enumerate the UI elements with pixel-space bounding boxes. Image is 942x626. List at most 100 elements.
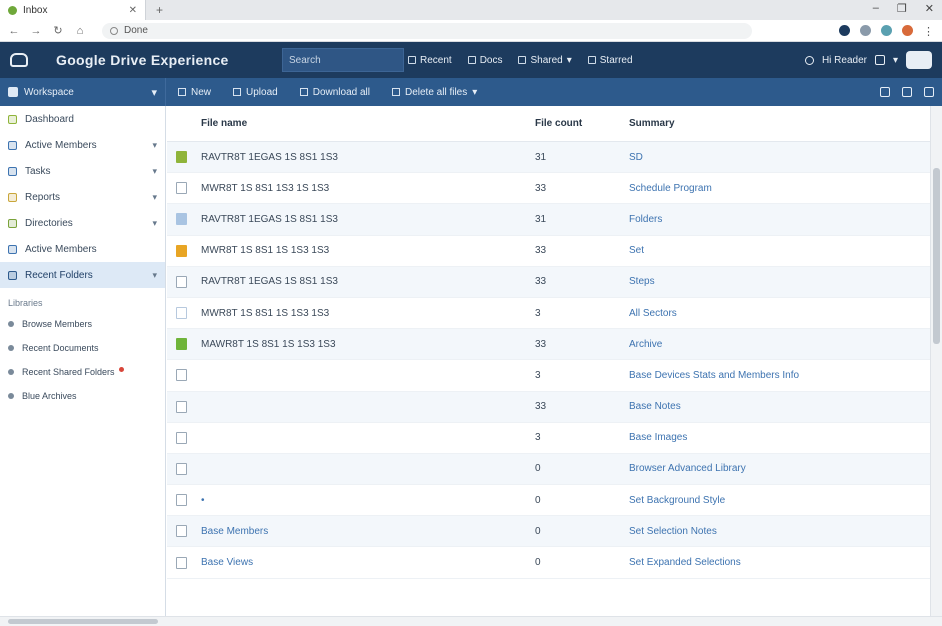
sidebar-sub-item[interactable]: Blue Archives (0, 384, 165, 408)
file-name[interactable]: MAWR8T 1S 8S1 1S 1S3 1S3 (201, 339, 336, 350)
forward-icon[interactable]: → (30, 25, 42, 37)
sidebar-sub-item[interactable]: Recent Documents (0, 336, 165, 360)
scroll-thumb[interactable] (933, 168, 940, 344)
file-name[interactable]: Base Views (201, 557, 253, 568)
file-summary[interactable]: Set Selection Notes (629, 526, 717, 537)
delete-all-button[interactable]: Delete all files ▾ (391, 86, 478, 98)
sidebar-item[interactable]: Directories ▾ (0, 210, 165, 236)
download-all-button[interactable]: Download all (299, 87, 370, 98)
doc-icon (467, 56, 476, 64)
search-input[interactable] (282, 48, 404, 72)
chevron-down-icon[interactable]: ▾ (152, 140, 157, 151)
more-icon[interactable] (924, 87, 934, 97)
print-icon[interactable] (880, 87, 890, 97)
header-nav-recent[interactable]: Recent (408, 55, 452, 66)
table-row[interactable]: 33 Base Notes (167, 391, 930, 423)
header-nav-starred[interactable]: Starred (587, 55, 633, 66)
menu-icon[interactable]: ⋮ (923, 25, 934, 38)
close-window-icon[interactable]: ✕ (925, 2, 934, 15)
file-summary[interactable]: Browser Advanced Library (629, 463, 746, 474)
logo-icon[interactable] (10, 53, 28, 67)
file-summary[interactable]: All Sectors (629, 308, 677, 319)
table-row[interactable]: MWR8T 1S 8S1 1S 1S3 1S3 3 All Sectors (167, 298, 930, 330)
file-summary[interactable]: Set Background Style (629, 495, 725, 506)
sidebar-item[interactable]: Active Members ▾ (0, 132, 165, 158)
file-name[interactable]: RAVTR8T 1EGAS 1S 8S1 1S3 (201, 276, 338, 287)
file-summary[interactable]: Set Expanded Selections (629, 557, 741, 568)
close-tab-icon[interactable]: ✕ (129, 5, 137, 16)
chevron-down-icon[interactable]: ▾ (152, 270, 157, 281)
file-summary[interactable]: Schedule Program (629, 183, 712, 194)
file-name[interactable]: Base Members (201, 526, 268, 537)
sidebar-item[interactable]: Reports ▾ (0, 184, 165, 210)
table-row[interactable]: MWR8T 1S 8S1 1S 1S3 1S3 33 Set (167, 236, 930, 267)
chevron-down-icon[interactable]: ▾ (152, 218, 157, 229)
chevron-down-icon: ▾ (472, 86, 478, 98)
sidebar-sub-item[interactable]: Browse Members (0, 312, 165, 336)
back-icon[interactable]: ← (8, 25, 20, 37)
workspace-selector[interactable]: Workspace ▾ (0, 78, 166, 106)
extension-icon[interactable] (839, 25, 850, 36)
table-row[interactable]: 0 Browser Advanced Library (167, 453, 930, 486)
favicon-icon (8, 5, 17, 15)
header-nav-shared[interactable]: Shared ▾ (518, 55, 572, 66)
scroll-thumb[interactable] (8, 619, 158, 624)
file-summary[interactable]: SD (629, 152, 643, 163)
chevron-down-icon[interactable]: ▾ (152, 166, 157, 177)
sidebar-item[interactable]: Dashboard (0, 106, 165, 132)
file-name[interactable]: RAVTR8T 1EGAS 1S 8S1 1S3 (201, 214, 338, 225)
new-button[interactable]: New (178, 87, 211, 98)
chevron-down-icon[interactable]: ▾ (152, 192, 157, 203)
table-row[interactable]: 3 Base Images (167, 423, 930, 454)
url-input[interactable] (124, 25, 744, 36)
table-row[interactable]: RAVTR8T 1EGAS 1S 8S1 1S3 31 Folders (167, 204, 930, 236)
file-name[interactable]: MWR8T 1S 8S1 1S3 1S 1S3 (201, 183, 329, 194)
file-summary[interactable]: Steps (629, 276, 655, 287)
table-row[interactable]: • 0 Set Background Style (167, 485, 930, 517)
upload-button[interactable]: Upload (233, 87, 278, 98)
maximize-icon[interactable]: ❐ (897, 2, 907, 15)
vertical-scrollbar[interactable] (930, 106, 942, 616)
table-row[interactable]: Base Views 0 Set Expanded Selections (167, 547, 930, 579)
table-row[interactable]: 3 Base Devices Stats and Members Info (167, 360, 930, 392)
sidebar-item[interactable]: Recent Folders ▾ (0, 262, 165, 288)
team-avatar[interactable] (906, 51, 932, 69)
home-icon[interactable]: ⌂ (74, 25, 86, 37)
settings-icon[interactable] (874, 55, 885, 65)
lock-icon[interactable] (902, 87, 912, 97)
table-row[interactable]: Base Members 0 Set Selection Notes (167, 516, 930, 548)
lock-icon (110, 26, 118, 35)
sidebar-sub-item[interactable]: Recent Shared Folders (0, 360, 165, 384)
header-nav-docs[interactable]: Docs (467, 55, 502, 66)
profile-avatar[interactable] (902, 25, 913, 36)
horizontal-scrollbar[interactable] (0, 616, 942, 626)
extension-icon[interactable] (881, 25, 892, 36)
column-header-size[interactable]: File count (535, 118, 582, 129)
file-summary[interactable]: Folders (629, 214, 662, 225)
reload-icon[interactable]: ↻ (52, 24, 64, 37)
table-row[interactable]: MAWR8T 1S 8S1 1S 1S3 1S3 33 Archive (167, 329, 930, 361)
extension-icon[interactable] (860, 25, 871, 36)
file-summary[interactable]: Set (629, 245, 644, 256)
user-label[interactable]: Hi Reader (822, 55, 867, 66)
sidebar-item[interactable]: Active Members (0, 236, 165, 262)
file-name[interactable]: • (201, 495, 205, 506)
file-name[interactable]: RAVTR8T 1EGAS 1S 8S1 1S3 (201, 152, 338, 163)
table-row[interactable]: RAVTR8T 1EGAS 1S 8S1 1S3 31 SD (167, 142, 930, 174)
new-tab-icon[interactable]: + (156, 3, 163, 17)
browser-tab[interactable]: Inbox ✕ (0, 0, 146, 20)
column-header-summary[interactable]: Summary (629, 118, 675, 129)
file-name[interactable]: MWR8T 1S 8S1 1S 1S3 1S3 (201, 245, 329, 256)
file-summary[interactable]: Base Devices Stats and Members Info (629, 370, 799, 381)
url-box[interactable] (102, 22, 752, 39)
file-summary[interactable]: Archive (629, 339, 662, 350)
sidebar-item[interactable]: Tasks ▾ (0, 158, 165, 184)
table-row[interactable]: MWR8T 1S 8S1 1S3 1S 1S3 33 Schedule Progra… (167, 173, 930, 205)
table-row[interactable]: RAVTR8T 1EGAS 1S 8S1 1S3 33 Steps (167, 266, 930, 298)
file-name[interactable]: MWR8T 1S 8S1 1S 1S3 1S3 (201, 308, 329, 319)
file-summary[interactable]: Base Notes (629, 401, 681, 412)
file-summary[interactable]: Base Images (629, 432, 687, 443)
column-header-name[interactable]: File name (201, 118, 247, 129)
minimize-icon[interactable]: – (873, 2, 879, 15)
chevron-down-icon[interactable]: ▾ (893, 55, 898, 66)
